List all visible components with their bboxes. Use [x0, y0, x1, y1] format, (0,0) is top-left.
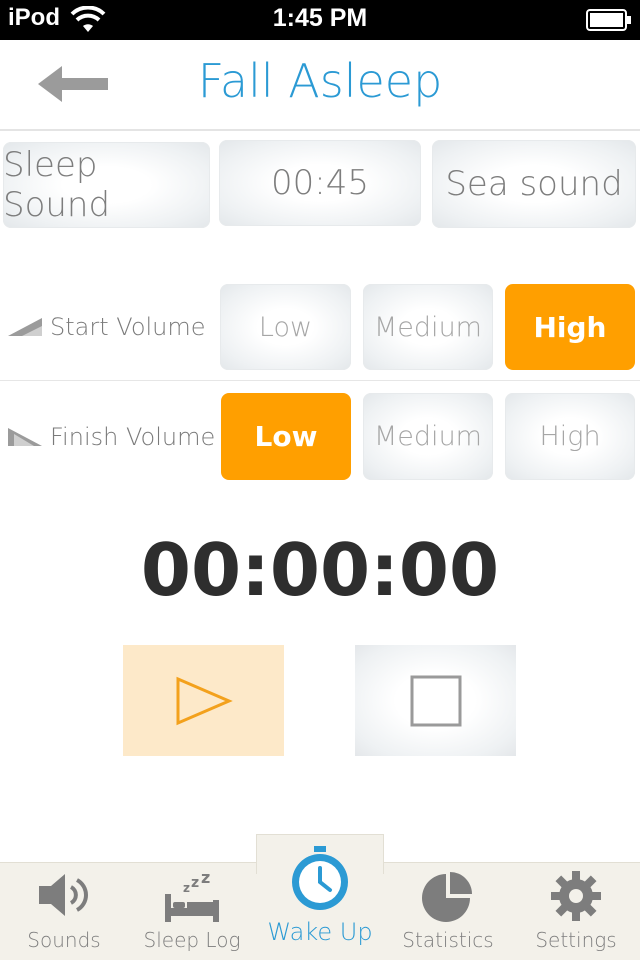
sound-name-button[interactable]: Sea sound: [432, 140, 636, 228]
play-button[interactable]: [123, 645, 284, 756]
stopwatch-icon: [292, 846, 348, 910]
tab-label: Statistics: [402, 928, 494, 952]
battery-icon: [586, 9, 631, 31]
stop-icon: [410, 675, 461, 726]
start-volume-label: Start Volume: [50, 313, 206, 341]
bed-icon: z z z: [165, 870, 219, 922]
tab-label: Settings: [535, 928, 617, 952]
pie-chart-icon: [422, 872, 472, 922]
play-icon: [176, 676, 233, 725]
start-volume-high-button[interactable]: High: [505, 284, 635, 370]
sound-type-button[interactable]: Sleep Sound: [3, 142, 210, 228]
tab-label: Sounds: [27, 928, 101, 952]
duration-button[interactable]: 00:45: [219, 140, 421, 226]
tab-label: Wake Up: [267, 918, 373, 946]
finish-volume-medium-button[interactable]: Medium: [363, 393, 493, 480]
tab-sounds[interactable]: Sounds: [0, 862, 128, 960]
svg-text:z: z: [191, 875, 199, 891]
tab-settings[interactable]: Settings: [512, 862, 640, 960]
stop-button[interactable]: [355, 645, 516, 756]
tab-label: Sleep Log: [143, 928, 241, 952]
gear-icon: [551, 871, 601, 921]
status-time: 1:45 PM: [272, 4, 368, 32]
finish-volume-label-group: Finish Volume: [8, 417, 215, 457]
tab-wake-up[interactable]: Wake Up: [256, 846, 384, 960]
volume-divider: [0, 380, 640, 381]
tab-statistics[interactable]: Statistics: [384, 862, 512, 960]
start-volume-low-button[interactable]: Low: [220, 284, 351, 370]
start-volume-medium-button[interactable]: Medium: [363, 284, 493, 370]
finish-volume-label: Finish Volume: [50, 423, 216, 451]
svg-text:z: z: [201, 870, 210, 887]
speaker-icon: [39, 874, 88, 916]
page-title: Fall Asleep: [197, 54, 443, 108]
volume-increase-icon: [8, 318, 42, 336]
start-volume-label-group: Start Volume: [8, 307, 206, 347]
timer-display: 00:00:00: [140, 528, 500, 612]
status-bar: iPod 1:45 PM: [0, 0, 640, 40]
finish-volume-low-button[interactable]: Low: [221, 393, 351, 480]
volume-decrease-icon: [8, 428, 42, 446]
svg-text:z: z: [183, 881, 190, 895]
finish-volume-high-button[interactable]: High: [505, 393, 635, 480]
tab-sleep-log[interactable]: z z z Sleep Log: [128, 862, 256, 960]
header: Fall Asleep: [0, 40, 640, 131]
